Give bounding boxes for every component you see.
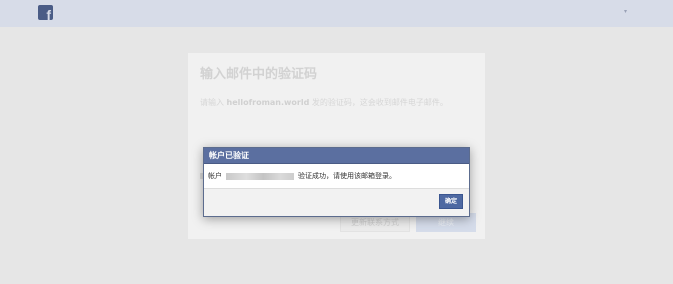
card-title: 输入邮件中的验证码 — [200, 67, 318, 82]
desc-prefix: 请输入 — [200, 98, 224, 107]
account-verified-dialog: 帐户已验证 帐户 验证成功，请使用该邮箱登录。 确定 — [203, 147, 470, 217]
card-description: 请输入 hellofroman.world 发的验证码，这会收到邮件电子邮件。 — [200, 97, 480, 108]
facebook-logo-icon[interactable]: f — [38, 5, 53, 20]
dialog-title: 帐户已验证 — [209, 151, 249, 160]
logo-letter: f — [46, 7, 51, 20]
dialog-footer: 确定 — [204, 188, 469, 216]
top-navigation-bar: f ▾ — [0, 0, 673, 27]
message-suffix: 验证成功，请使用该邮箱登录。 — [298, 172, 396, 180]
desc-suffix: 发的验证码，这会收到邮件电子邮件。 — [311, 98, 448, 107]
account-menu-caret-icon[interactable]: ▾ — [624, 8, 627, 15]
message-prefix: 帐户 — [208, 172, 222, 180]
confirm-button[interactable]: 确定 — [439, 194, 463, 209]
redacted-account-email — [226, 172, 294, 180]
desc-email: hellofroman.world — [226, 98, 310, 107]
dialog-header: 帐户已验证 — [204, 148, 469, 164]
dialog-message: 帐户 验证成功，请使用该邮箱登录。 — [208, 170, 396, 182]
